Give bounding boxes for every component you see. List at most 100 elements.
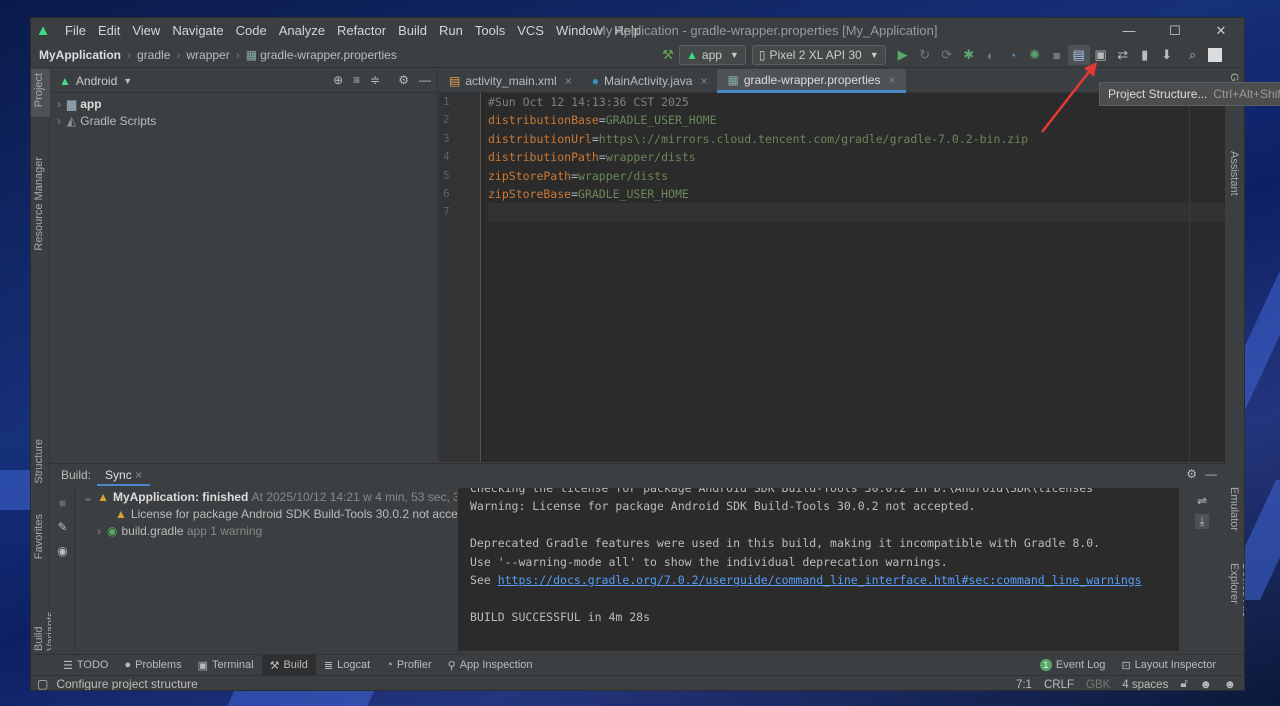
tab-main-activity[interactable]: ● MainActivity.java × [582,69,718,93]
collapse-all-icon[interactable]: ≑ [370,73,380,87]
hammer-icon[interactable]: ⚒ [657,45,679,65]
gradle-sync-icon[interactable]: ⇄ [1112,45,1134,65]
tree-item-app[interactable]: › ▆ app [51,95,437,112]
line-separator[interactable]: CRLF [1044,679,1074,691]
tool-problems[interactable]: ● Problems [116,655,189,676]
menu-tools[interactable]: Tools [469,23,511,38]
close-icon[interactable]: × [889,73,896,87]
tool-logcat[interactable]: ≣ Logcat [316,655,378,676]
code-area[interactable]: #Sun Oct 12 14:13:36 CST 2025 distributi… [488,93,1225,222]
stop-icon[interactable]: ■ [59,496,66,510]
maximize-icon[interactable]: ☐ [1152,18,1198,43]
line-number: 6 [443,186,450,200]
code-line: distributionPath=wrapper/dists [488,150,696,165]
avd-manager-icon[interactable]: ▮ [1134,45,1156,65]
search-icon[interactable]: ⌕ [1182,45,1204,65]
project-panel-header: ▲ Android ▼ ⊕ ≡ ≑ ⚙ — [51,69,437,93]
hide-icon[interactable]: — [1205,467,1217,481]
profile-icon[interactable]: ◔ [1002,45,1024,65]
tree-item-gradle-scripts[interactable]: › ◭ Gradle Scripts [51,112,437,129]
project-view-select[interactable]: Android [76,74,117,88]
menu-run[interactable]: Run [433,23,469,38]
menu-edit[interactable]: Edit [92,23,126,38]
layout-icon[interactable]: ▢ [37,677,48,690]
build-license-warning[interactable]: ▲ License for package Android SDK Build-… [77,505,457,522]
run-icon[interactable]: ▶ [892,45,914,65]
chevron-right-icon: › [97,523,101,538]
breadcrumb-project[interactable]: MyApplication [39,48,121,62]
menu-vcs[interactable]: VCS [511,23,550,38]
soft-wrap-icon[interactable]: ⇌ [1197,494,1207,508]
device-file-explorer-label[interactable]: Device File Explorer [1228,563,1244,651]
locate-icon[interactable]: ⊕ [333,73,343,87]
build-root[interactable]: ⌄ ▲ MyApplication: finished At 2025/10/1… [77,488,457,505]
structure-label[interactable]: Structure [33,439,45,484]
close-icon[interactable]: × [700,74,707,88]
coverage-icon[interactable]: ◐ [980,45,1002,65]
resource-manager-label[interactable]: Resource Manager [33,157,45,251]
breadcrumb-gradle[interactable]: gradle [137,48,170,62]
tool-app-inspection[interactable]: ⚲ App Inspection [440,655,541,676]
sdk-manager-icon[interactable]: ⬇ [1156,45,1178,65]
indent-setting[interactable]: 4 spaces [1122,679,1168,691]
expand-all-icon[interactable]: ≡ [353,73,360,87]
emulator-label[interactable]: Emulator [1228,487,1240,531]
line-number: 3 [443,131,450,145]
apply-code-changes-icon[interactable]: ⟳ [936,45,958,65]
docs-link[interactable]: https://docs.gradle.org/7.0.2/userguide/… [498,573,1142,587]
tool-build[interactable]: ⚒ Build [261,654,316,676]
face-icon[interactable]: ☻ [1200,679,1212,691]
tool-profiler[interactable]: ◔ Profiler [378,655,440,676]
menu-analyze[interactable]: Analyze [273,23,331,38]
lock-icon[interactable]: 🔓︎ [1180,678,1187,690]
chevron-down-icon[interactable]: ▼ [123,76,132,86]
tab-activity-main[interactable]: ▤ activity_main.xml × [439,69,582,93]
avatar[interactable] [1207,48,1222,62]
debug-icon[interactable]: ✱ [958,45,980,65]
list-icon: ☰ [63,659,73,672]
pin-icon[interactable]: ✎ [57,520,67,534]
menu-file[interactable]: File [59,23,92,38]
chevron-right-icon: › [57,113,61,128]
face-icon[interactable]: ☻ [1224,679,1236,691]
tab-sync[interactable]: Sync × [97,464,151,486]
menu-code[interactable]: Code [230,23,273,38]
cursor-line [488,203,1225,222]
gear-icon[interactable]: ⚙ [398,73,409,87]
apply-changes-icon[interactable]: ↻ [914,45,936,65]
run-config-select[interactable]: ▲ app ▼ [679,45,746,65]
hide-icon[interactable]: — [419,73,431,87]
menu-refactor[interactable]: Refactor [331,23,392,38]
build-console[interactable]: Checking the license for package Android… [458,488,1179,651]
build-gradle-node[interactable]: › ◉ build.gradle app 1 warning [77,522,457,539]
menu-build[interactable]: Build [392,23,433,38]
minimize-icon[interactable]: — [1106,18,1152,43]
favorites-label[interactable]: Favorites [33,514,45,559]
tool-terminal[interactable]: ▣ Terminal [190,655,262,676]
menu-navigate[interactable]: Navigate [166,23,229,38]
breadcrumb-file[interactable]: gradle-wrapper.properties [260,48,397,62]
project-tool-label[interactable]: Project [33,73,45,107]
tab-gradle-wrapper[interactable]: ▦ gradle-wrapper.properties × [717,69,906,93]
eye-icon[interactable]: ◉ [57,544,67,558]
assistant-label[interactable]: Assistant [1228,151,1240,196]
device-select[interactable]: ▯ Pixel 2 XL API 30 ▼ [751,45,886,65]
gradle-file-icon: ▦ [245,48,258,62]
tool-layout-inspector[interactable]: ⊡ Layout Inspector [1113,655,1224,676]
close-icon[interactable]: × [565,74,572,88]
xml-file-icon: ▤ [449,74,461,88]
scroll-to-end-icon[interactable]: ⤓ [1195,514,1209,529]
chevron-right-icon: › [127,48,132,62]
tool-event-log[interactable]: 1 Event Log [1032,655,1114,676]
close-icon[interactable]: ✕ [1198,18,1244,43]
menu-view[interactable]: View [126,23,166,38]
caret-position[interactable]: 7:1 [1016,679,1032,691]
editor-scrollbar[interactable] [1189,93,1225,462]
chevron-down-icon: ▼ [729,50,739,60]
project-tree: › ▆ app › ◭ Gradle Scripts [51,93,437,129]
gear-icon[interactable]: ⚙ [1186,467,1197,481]
breadcrumb-wrapper[interactable]: wrapper [186,48,229,62]
tool-todo[interactable]: ☰ TODO [55,655,116,676]
console-line: Deprecated Gradle features were used in … [470,536,1101,551]
file-encoding[interactable]: GBK [1086,679,1110,691]
